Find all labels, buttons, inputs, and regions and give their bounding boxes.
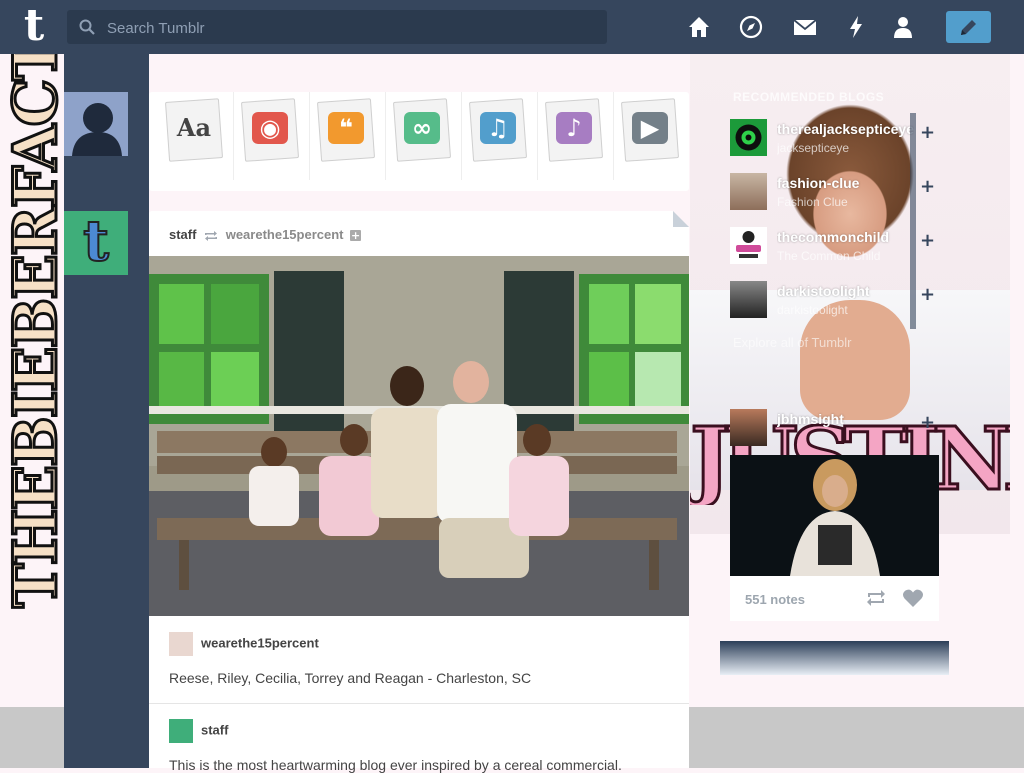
silhouette-avatar-icon xyxy=(72,103,122,156)
search-icon xyxy=(79,19,95,35)
recommended-blog-item[interactable]: fashion-clue Fashion Clue + xyxy=(730,167,950,227)
search-input[interactable] xyxy=(105,10,599,46)
notes-count[interactable]: 551 notes xyxy=(745,592,805,607)
reblogged-from-name[interactable]: wearethe15percent xyxy=(226,227,344,242)
account-person-icon[interactable] xyxy=(890,14,916,40)
follow-plus-button[interactable]: + xyxy=(920,232,935,250)
follow-plus-button[interactable]: + xyxy=(920,178,935,196)
follow-plus-button[interactable]: + xyxy=(920,124,935,142)
post-video-button[interactable]: ▶ xyxy=(613,92,689,180)
follow-plus-button[interactable]: + xyxy=(920,286,935,304)
compose-post-button[interactable] xyxy=(946,11,991,43)
blog-name[interactable]: therealjacksepticeye xyxy=(777,121,914,137)
reblog-commenter: staff xyxy=(169,719,228,743)
staff-avatar[interactable]: t xyxy=(64,210,128,275)
search-bar[interactable] xyxy=(67,10,607,46)
blog-name[interactable]: thecommonchild xyxy=(777,229,914,245)
radar-post-image[interactable] xyxy=(730,455,939,576)
source-blog-name[interactable]: wearethe15percent xyxy=(201,635,319,650)
green-eye-logo-icon xyxy=(735,124,762,151)
post-chat-button[interactable]: ♫ xyxy=(461,92,538,180)
explore-compass-icon[interactable] xyxy=(738,14,764,40)
commenter-name[interactable]: staff xyxy=(201,722,228,737)
blog-avatar[interactable] xyxy=(730,227,767,264)
sidebar-ad-strip xyxy=(720,641,949,675)
blog-title: jacksepticeye xyxy=(777,141,850,155)
dashboard-left-rail xyxy=(64,54,149,768)
heart-like-icon[interactable] xyxy=(902,588,924,608)
text-icon: Aa xyxy=(176,113,212,142)
follow-plus-button[interactable]: + xyxy=(350,230,362,242)
post-audio-button[interactable]: ♪ xyxy=(537,92,614,180)
blog-avatar[interactable] xyxy=(730,173,767,210)
radar-blog-avatar[interactable] xyxy=(730,409,767,446)
top-navigation-bar: t xyxy=(0,0,1024,54)
post-author[interactable]: staff xyxy=(169,227,196,242)
post-type-selector: Aa ◉ ❝ ∞ ♫ ♪ ▶ xyxy=(149,92,689,191)
video-camera-icon: ▶ xyxy=(632,112,668,144)
staff-mini-avatar[interactable] xyxy=(169,719,193,743)
explore-all-link[interactable]: Explore all of Tumblr xyxy=(733,335,852,350)
camera-icon: ◉ xyxy=(252,112,288,144)
post-source-attribution: wearethe15percent xyxy=(169,632,319,656)
chat-bubble-icon: ♫ xyxy=(480,112,516,144)
radar-follow-button[interactable]: + xyxy=(920,414,935,432)
post-photo[interactable] xyxy=(149,256,689,616)
recommended-blog-item[interactable]: therealjacksepticeye jacksepticeye + xyxy=(730,113,950,173)
post-quote-button[interactable]: ❝ xyxy=(309,92,386,180)
blog-name[interactable]: fashion-clue xyxy=(777,175,914,191)
post-header: staff wearethe15percent + xyxy=(169,227,362,242)
inbox-envelope-icon[interactable] xyxy=(792,14,818,40)
activity-lightning-icon[interactable] xyxy=(843,14,869,40)
tumblr-logo[interactable]: t xyxy=(16,4,52,48)
post-link-button[interactable]: ∞ xyxy=(385,92,462,180)
reblog-icon[interactable] xyxy=(865,588,887,608)
common-child-logo-icon xyxy=(736,231,761,258)
blog-name[interactable]: darkistoolight xyxy=(777,283,914,299)
reblog-icon xyxy=(205,230,218,241)
recommended-blogs-title: Recommended Blogs xyxy=(733,90,885,104)
blog-background-vertical-text: THEBIEBERFACTS xyxy=(0,0,73,610)
recommended-blog-item[interactable]: darkistoolight darkistoolight + xyxy=(730,275,950,335)
quote-icon: ❝ xyxy=(328,112,364,144)
pencil-icon xyxy=(961,20,976,35)
blog-title: darkistoolight xyxy=(777,303,848,317)
post-photo-button[interactable]: ◉ xyxy=(233,92,310,180)
radar-post: 551 notes xyxy=(730,455,939,621)
reblog-comment-text: This is the most heartwarming blog ever … xyxy=(169,757,622,773)
recommended-blog-item[interactable]: thecommonchild The Common Child + xyxy=(730,221,950,281)
post-corner-fold[interactable] xyxy=(673,211,689,227)
headphones-icon: ♪ xyxy=(556,112,592,144)
blog-avatar[interactable] xyxy=(730,119,767,156)
blog-title: Fashion Clue xyxy=(777,195,848,209)
source-avatar[interactable] xyxy=(169,632,193,656)
link-icon: ∞ xyxy=(404,112,440,144)
post-text-button[interactable]: Aa xyxy=(157,92,234,180)
radar-blog-name[interactable]: jbhmsight xyxy=(777,411,914,427)
blog-avatar[interactable] xyxy=(730,281,767,318)
user-avatar[interactable] xyxy=(64,92,128,156)
post-caption: Reese, Riley, Cecilia, Torrey and Reagan… xyxy=(169,670,532,686)
dashboard-post: staff wearethe15percent + wearethe15perc… xyxy=(149,211,689,773)
blog-title: The Common Child xyxy=(777,249,881,263)
home-icon[interactable] xyxy=(686,14,712,40)
